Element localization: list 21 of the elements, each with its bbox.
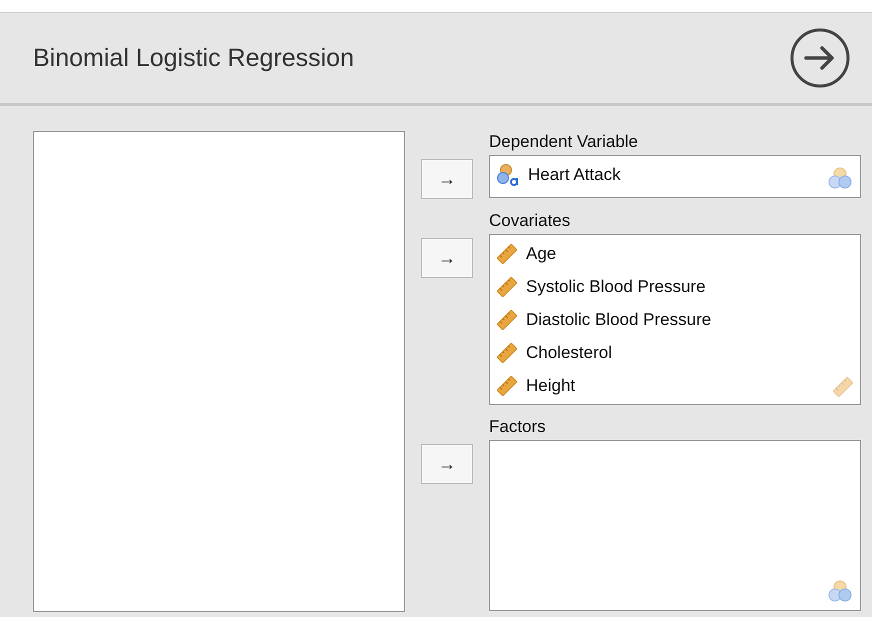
variables-icon xyxy=(826,165,854,191)
target-list[interactable]: Age Systolic Blood Pressure Diastolic Blood Pressure Cholesterol Height xyxy=(489,234,861,405)
move-button[interactable]: → xyxy=(421,444,473,484)
arrow-circle-icon[interactable] xyxy=(789,27,851,89)
variable-name: Age xyxy=(526,244,556,264)
move-button[interactable]: → xyxy=(421,159,473,199)
variable-name: Heart Attack xyxy=(528,164,621,184)
move-button[interactable]: → xyxy=(421,238,473,278)
variable-name: Height xyxy=(526,376,576,396)
variables-icon xyxy=(826,578,854,604)
section-label: Factors xyxy=(489,417,547,437)
variable-name: Diastolic Blood Pressure xyxy=(526,310,712,330)
target-list[interactable]: Heart Attack xyxy=(489,155,861,198)
variable-name: Cholesterol xyxy=(526,342,612,362)
nominal-variable-icon xyxy=(496,162,520,186)
section-label: Dependent Variable xyxy=(489,132,640,152)
section-label: Covariates xyxy=(489,211,572,231)
variable-name: Systolic Blood Pressure xyxy=(526,276,706,296)
target-list[interactable] xyxy=(489,440,861,611)
panel-title: Binomial Logistic Regression xyxy=(33,44,354,72)
variables-list[interactable] xyxy=(33,131,405,612)
